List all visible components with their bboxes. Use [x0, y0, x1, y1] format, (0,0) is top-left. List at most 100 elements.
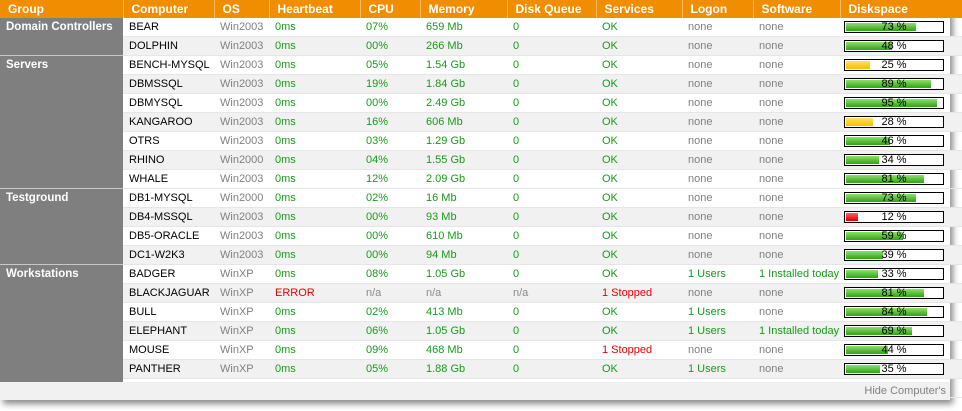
computer-name[interactable]: DB1-MYSQL [123, 188, 214, 208]
computer-name[interactable]: RHINO [123, 150, 214, 170]
software-cell: none [753, 55, 840, 75]
computer-name[interactable]: BADGER [123, 264, 214, 284]
disk-queue-cell: 0 [507, 74, 596, 94]
memory-cell: 1.05 Gb [420, 321, 507, 341]
computer-name[interactable]: DOLPHIN [123, 36, 214, 56]
table-row[interactable]: DB5-ORACLE Win2003 0ms 00% 610 Mb 0 OK none none… [0, 226, 962, 246]
services-cell: OK [596, 226, 682, 246]
software-cell: none [753, 74, 840, 94]
diskspace-cell: 73 % [840, 188, 962, 208]
table-footer: Hide Computer's [0, 382, 950, 400]
diskspace-bar: 89 % [844, 78, 944, 90]
diskspace-percent: 73 % [881, 192, 907, 204]
hide-computers-link[interactable]: Hide Computer's [864, 385, 946, 397]
disk-queue-cell: 0 [507, 302, 596, 322]
table-row[interactable]: ELEPHANT WinXP 0ms 06% 1.05 Gb 0 OK 1 Users 1 In… [0, 321, 962, 341]
logon-cell: none [682, 55, 753, 75]
col-header-disk-queue[interactable]: Disk Queue [507, 0, 597, 18]
computer-name[interactable]: KANGAROO [123, 112, 214, 132]
software-cell: none [753, 169, 840, 189]
computer-name[interactable]: BENCH-MYSQL [123, 55, 214, 75]
computer-name[interactable]: DB5-ORACLE [123, 226, 214, 246]
services-cell: OK [596, 245, 682, 265]
computer-name[interactable]: DB4-MSSQL [123, 207, 214, 227]
services-cell: OK [596, 188, 682, 208]
os-cell: WinXP [214, 340, 269, 360]
computer-name[interactable]: MOUSE [123, 340, 214, 360]
col-header-os[interactable]: OS [214, 0, 270, 18]
computer-name[interactable]: BLACKJAGUAR [123, 283, 214, 303]
cpu-cell: 02% [360, 188, 420, 208]
logon-cell: none [682, 112, 753, 132]
diskspace-bar: 33 % [844, 268, 944, 280]
computer-name[interactable]: WHALE [123, 169, 214, 189]
col-header-group[interactable]: Group [0, 0, 124, 18]
col-header-services[interactable]: Services [596, 0, 683, 18]
table-row[interactable]: DBMSSQL Win2003 0ms 19% 1.84 Gb 0 OK none none 89… [0, 74, 962, 94]
table-row[interactable]: BULL WinXP 0ms 02% 413 Mb 0 OK 1 Users none 84 % [0, 302, 962, 322]
computer-name[interactable]: PANTHER [123, 359, 214, 379]
group-label[interactable]: Workstations [0, 264, 123, 398]
memory-cell: 2.49 Gb [420, 93, 507, 113]
col-header-diskspace[interactable]: Diskspace [840, 0, 962, 18]
memory-cell: 266 Mb [420, 36, 507, 56]
col-header-computer[interactable]: Computer [123, 0, 215, 18]
diskspace-bar: 25 % [844, 59, 944, 71]
cpu-cell: 05% [360, 55, 420, 75]
disk-queue-cell: 0 [507, 36, 596, 56]
computer-name[interactable]: DC1-W2K3 [123, 245, 214, 265]
table-row[interactable]: DC1-W2K3 Win2003 0ms 00% 94 Mb 0 OK none none 39 … [0, 245, 962, 265]
logon-cell: 1 Users [682, 264, 753, 284]
table-row[interactable]: OTRS Win2003 0ms 03% 1.29 Gb 0 OK none none 46 % [0, 131, 962, 151]
table-row[interactable]: WHALE Win2003 0ms 12% 2.09 Gb 0 OK none none 81 % [0, 169, 962, 189]
table-row[interactable]: DB4-MSSQL Win2003 0ms 00% 93 Mb 0 OK none none 12… [0, 207, 962, 227]
os-cell: Win2003 [214, 131, 269, 151]
logon-cell: none [682, 131, 753, 151]
table-row[interactable]: DBMYSQL Win2003 0ms 00% 2.49 Gb 0 OK none none 95… [0, 93, 962, 113]
diskspace-bar: 69 % [844, 325, 944, 337]
col-header-memory[interactable]: Memory [420, 0, 508, 18]
table-row[interactable]: Testground DB1-MYSQL Win2000 0ms 02% 16 Mb 0 OK… [0, 188, 962, 265]
diskspace-bar: 59 % [844, 230, 944, 242]
os-cell: Win2003 [214, 93, 269, 113]
table-row[interactable]: DOLPHIN Win2003 0ms 00% 266 Mb 0 OK none none 48 … [0, 36, 962, 56]
computer-name[interactable]: ELEPHANT [123, 321, 214, 341]
software-cell: none [753, 93, 840, 113]
table-row[interactable]: Domain Controllers BEAR Win2003 0ms 07% 659 M… [0, 18, 962, 56]
diskspace-cell: 28 % [840, 112, 962, 132]
disk-queue-cell: 0 [507, 169, 596, 189]
group-label[interactable]: Testground [0, 188, 123, 265]
diskspace-cell: 89 % [840, 74, 962, 94]
software-cell: none [753, 112, 840, 132]
diskspace-bar: 39 % [844, 249, 944, 261]
group-label[interactable]: Domain Controllers [0, 18, 123, 56]
table-row[interactable]: PANTHER WinXP 0ms 05% 1.88 Gb 0 OK 1 Users none 3… [0, 359, 962, 379]
software-cell: none [753, 226, 840, 246]
table-row[interactable]: MOUSE WinXP 0ms 09% 468 Mb 0 1 Stopped none none… [0, 340, 962, 360]
diskspace-bar: 81 % [844, 287, 944, 299]
table-row[interactable]: RHINO Win2000 0ms 04% 1.55 Gb 0 OK none none 34 % [0, 150, 962, 170]
computer-name[interactable]: DBMSSQL [123, 74, 214, 94]
diskspace-cell: 95 % [840, 93, 962, 113]
computer-name[interactable]: BULL [123, 302, 214, 322]
diskspace-cell: 73 % [840, 18, 962, 37]
group-label[interactable]: Servers [0, 55, 123, 189]
diskspace-cell: 35 % [840, 359, 962, 379]
col-header-logon[interactable]: Logon [682, 0, 754, 18]
table-row[interactable]: Servers BENCH-MYSQL Win2003 0ms 05% 1.54 Gb 0 O… [0, 55, 962, 189]
col-header-software[interactable]: Software [753, 0, 841, 18]
col-header-cpu[interactable]: CPU [360, 0, 421, 18]
col-header-heartbeat[interactable]: Heartbeat [269, 0, 361, 18]
heartbeat-cell: 0ms [269, 150, 360, 170]
services-cell: OK [596, 359, 682, 379]
table-row[interactable]: KANGAROO Win2003 0ms 16% 606 Mb 0 OK none none 28… [0, 112, 962, 132]
computer-name[interactable]: OTRS [123, 131, 214, 151]
disk-queue-cell: 0 [507, 359, 596, 379]
table-row[interactable]: Workstations BADGER WinXP 0ms 08% 1.05 Gb 0 OK 1… [0, 264, 962, 398]
memory-cell: 1.05 Gb [420, 264, 507, 284]
table-row[interactable]: BLACKJAGUAR WinXP ERROR n/a n/a n/a 1 Stopped n… [0, 283, 962, 303]
computer-name[interactable]: BEAR [123, 18, 214, 37]
computer-name[interactable]: DBMYSQL [123, 93, 214, 113]
heartbeat-cell: 0ms [269, 264, 360, 284]
software-cell: none [753, 283, 840, 303]
